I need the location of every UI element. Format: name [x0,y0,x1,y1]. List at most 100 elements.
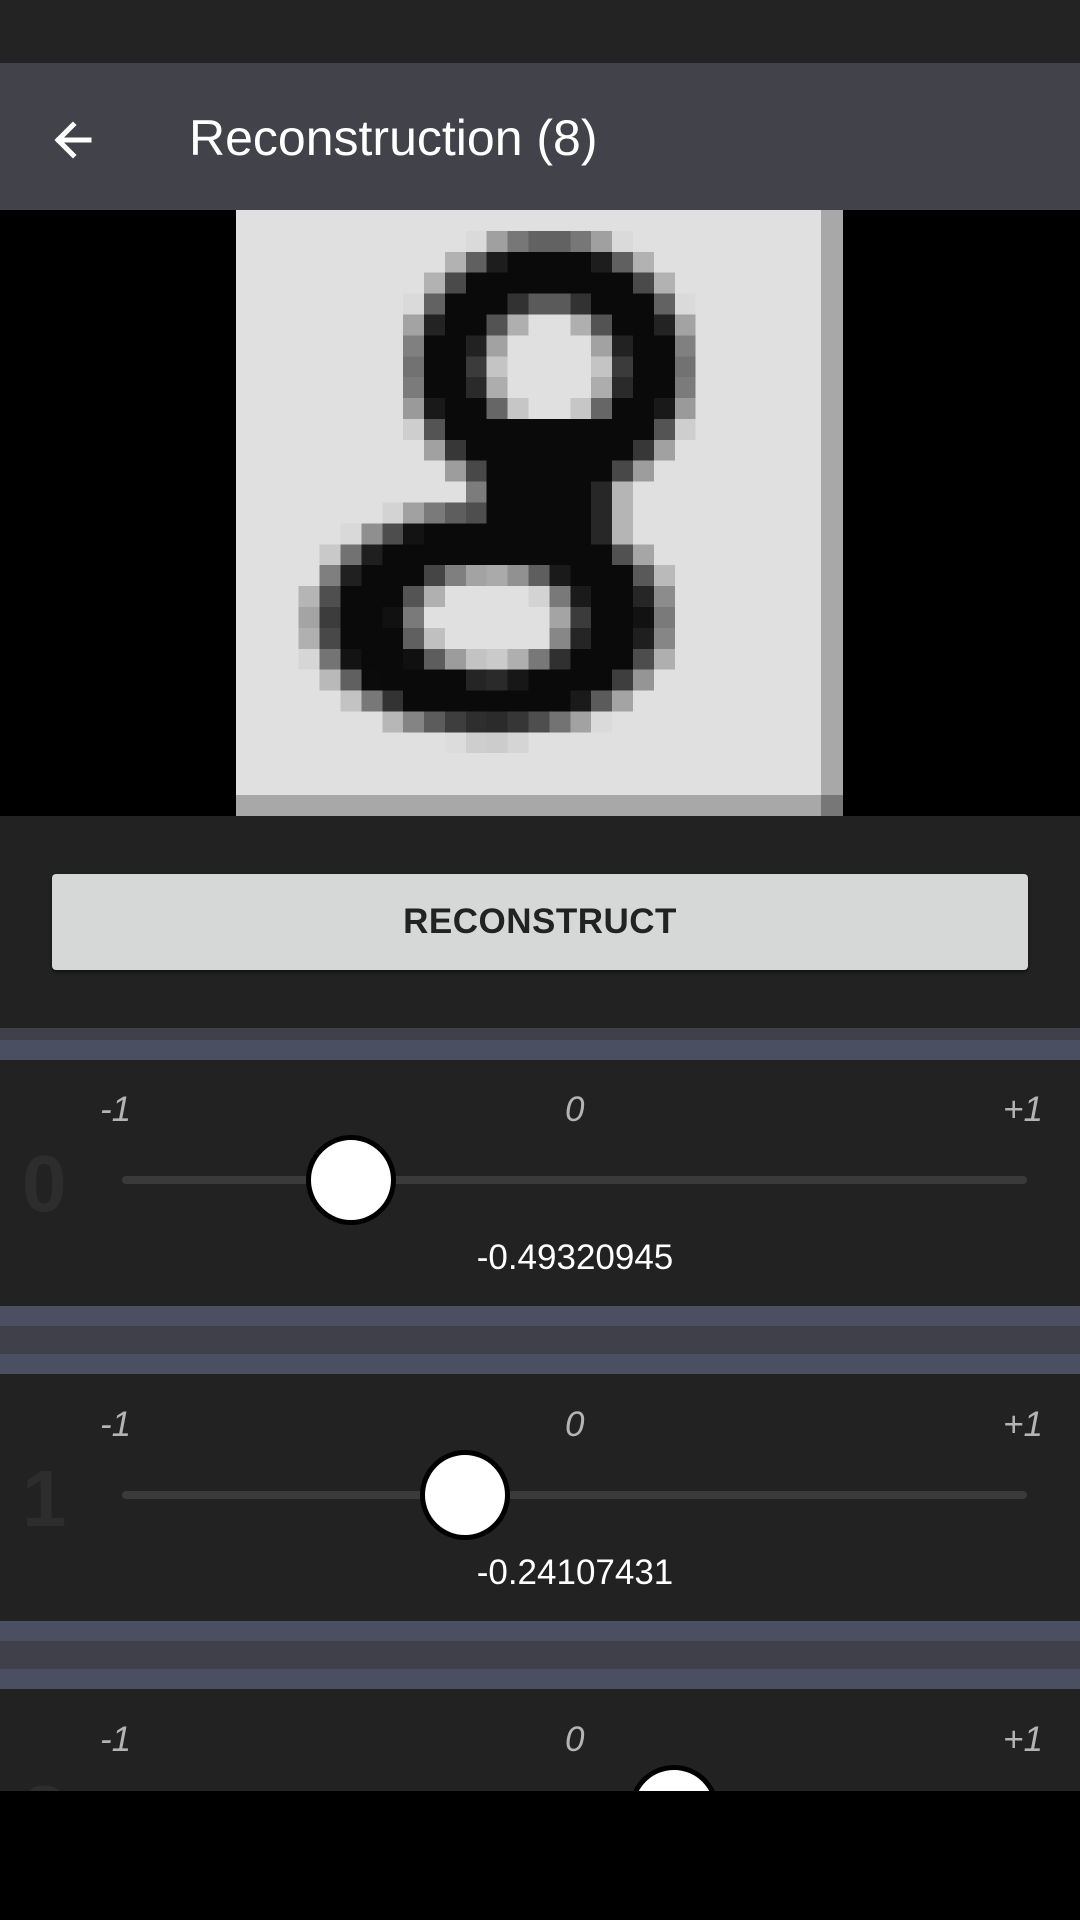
digit-pixel [403,544,425,566]
digit-pixel [632,293,654,315]
digit-pixel [298,586,320,607]
digit-pixel [632,356,654,378]
digit-pixel [486,272,508,294]
digit-pixel [340,648,362,670]
digit-pixel [444,439,466,461]
digit-pixel [403,356,425,378]
digit-pixel [465,356,487,378]
digit-pixel [507,293,529,315]
divider [0,1641,1080,1669]
digit-pixel [319,669,341,691]
digit-pixel [465,648,487,670]
digit-pixel [403,690,425,712]
slider-thumb[interactable] [420,1450,511,1540]
back-button[interactable] [36,103,110,177]
digit-pixel [424,627,445,649]
divider [0,1306,1080,1326]
digit-pixel [674,356,696,378]
digit-pixel [591,251,613,273]
digit-pixel [674,398,696,419]
slider-track[interactable] [122,1176,1027,1184]
navigation-bar [0,1791,1080,1920]
digit-pixel [361,544,383,566]
digit-pixel [528,460,550,482]
digit-pixel [382,544,404,566]
digit-pixel [674,314,696,336]
digit-pixel [465,544,487,566]
digit-pixel [444,356,466,378]
digit-pixel [444,460,466,482]
digit-pixel [612,627,633,649]
digit-pixel [382,627,404,649]
digit-pixel [591,586,613,607]
digit-pixel [444,398,466,419]
digit-pixel [570,648,592,670]
digit-pixel [591,335,613,357]
digit-pixel [403,586,425,607]
digit-pixel [528,544,550,566]
digit-pixel [507,523,529,545]
digit-pixel [612,230,633,252]
digit-pixel [653,418,675,440]
digit-pixel [507,251,529,273]
digit-pixel [424,586,445,607]
slider-thumb[interactable] [306,1135,397,1225]
digit-pixel [444,418,466,440]
digit-pixel [507,460,529,482]
digit-pixel [424,314,445,336]
digit-pixel [612,690,633,712]
digit-pixel [403,627,425,649]
digit-pixel [632,335,654,357]
digit-pixel [486,251,508,273]
digit-pixel [486,648,508,670]
digit-pixel [528,418,550,440]
reconstruct-button[interactable]: RECONSTRUCT [52,874,1028,970]
digit-pixel [444,293,466,315]
reconstruction-image-area [0,210,1080,816]
digit-pixel [465,251,487,273]
digit-pixel [591,230,613,252]
digit-pixel [465,293,487,315]
digit-pixel [507,272,529,294]
digit-pixel [486,418,508,440]
digit-pixel [486,377,508,399]
digit-pixel [632,606,654,628]
digit-pixel [319,565,341,587]
digit-pixel [361,523,383,545]
digit-pixel [591,544,613,566]
digit-pixel [632,439,654,461]
slider-track[interactable] [122,1491,1027,1499]
digit-pixel [653,606,675,628]
digit-pixel [591,565,613,587]
digit-pixel [591,502,613,524]
digit-pixel [591,398,613,419]
tick-label-mid: 0 [565,1405,585,1444]
digit-pixel [549,586,571,607]
digit-pixel [528,481,550,503]
digit-pixel [319,648,341,670]
slider-thumb[interactable] [629,1765,720,1791]
digit-pixel [570,230,592,252]
digit-pixel [528,502,550,524]
digit-pixel [465,669,487,691]
digit-pixel [612,439,633,461]
digit-pixel [612,523,633,545]
tick-label-max: +1 [1003,1720,1043,1759]
digit-pixel [549,230,571,252]
digit-pixel [612,544,633,566]
digit-pixel [653,314,675,336]
digit-pixel [424,335,445,357]
digit-pixel [612,586,633,607]
slider-value: -0.49320945 [476,1238,674,1277]
digit-pixel [591,481,613,503]
digit-pixel [507,544,529,566]
digit-pixel [465,481,487,503]
digit-pixel [444,711,466,733]
digit-pixel [653,272,675,294]
digit-pixel [528,293,550,315]
digit-pixel [549,648,571,670]
latent-slider-row: 1 -1 0 +1 -0.24107431 [0,1379,1080,1619]
divider [0,1326,1080,1354]
digit-pixel [549,711,571,733]
digit-pixel [424,523,445,545]
